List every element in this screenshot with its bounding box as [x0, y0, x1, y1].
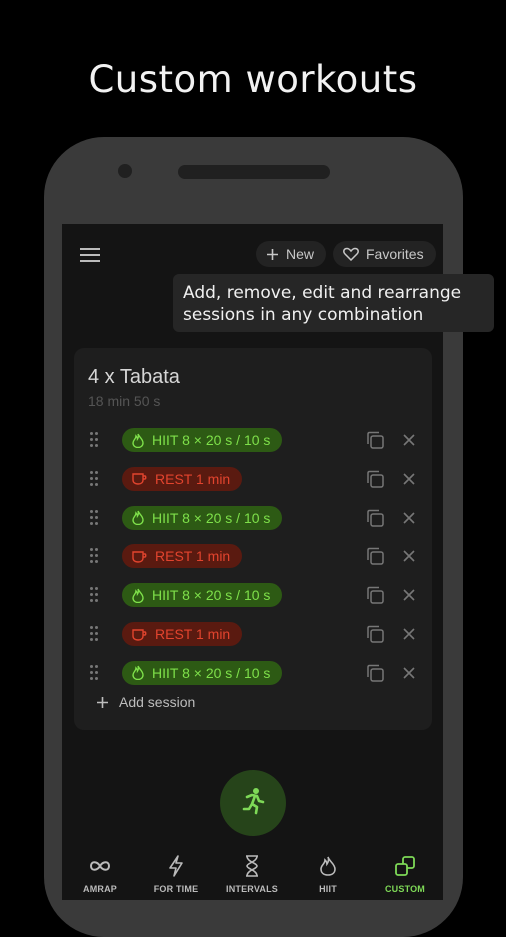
new-button[interactable]: New: [256, 241, 327, 267]
remove-icon[interactable]: [401, 510, 417, 526]
tab-label: FOR TIME: [153, 884, 199, 894]
tab-intervals[interactable]: INTERVALS: [214, 850, 290, 900]
tab-amrap[interactable]: AMRAP: [62, 850, 138, 900]
session-row: REST 1 min: [74, 465, 432, 493]
session-row: REST 1 min: [74, 620, 432, 648]
speaker-grille: [178, 165, 330, 179]
remove-icon[interactable]: [401, 548, 417, 564]
session-label: HIIT 8 × 20 s / 10 s: [152, 432, 271, 448]
cup-icon: [132, 472, 147, 485]
duplicate-icon[interactable]: [365, 624, 385, 644]
hiit-session-pill[interactable]: HIIT 8 × 20 s / 10 s: [122, 505, 283, 530]
infinity-icon: [62, 853, 138, 879]
tab-label: AMRAP: [83, 884, 117, 894]
tab-label: INTERVALS: [226, 884, 278, 894]
workout-duration: 18 min 50 s: [88, 393, 161, 409]
session-row: HIIT 8 × 20 s / 10 s: [74, 504, 432, 532]
remove-icon[interactable]: [401, 471, 417, 487]
tooltip-line-2: sessions in any combination: [183, 305, 424, 325]
duplicate-icon[interactable]: [365, 546, 385, 566]
hiit-session-pill[interactable]: HIIT 8 × 20 s / 10 s: [122, 428, 283, 452]
flame-icon: [132, 510, 144, 526]
remove-icon[interactable]: [401, 432, 417, 448]
session-label: HIIT 8 × 20 s / 10 s: [152, 587, 271, 604]
hamburger-menu-icon[interactable]: [80, 248, 100, 262]
session-row: REST 1 min: [74, 542, 432, 570]
favorites-button-label: Favorites: [366, 246, 424, 262]
hiit-session-pill[interactable]: HIIT 8 × 20 s / 10 s: [122, 583, 283, 608]
rest-session-pill[interactable]: REST 1 min: [122, 622, 243, 646]
drag-handle-icon[interactable]: [90, 587, 100, 603]
add-session-label: Add session: [119, 694, 196, 710]
drag-handle-icon[interactable]: [90, 548, 100, 564]
duplicate-icon[interactable]: [365, 508, 385, 528]
remove-icon[interactable]: [401, 665, 417, 681]
custom-shapes-icon: [367, 853, 443, 879]
camera-dot: [118, 164, 132, 178]
drag-handle-icon[interactable]: [90, 509, 100, 526]
session-row: HIIT 8 × 20 s / 10 s: [74, 426, 432, 454]
session-row: HIIT 8 × 20 s / 10 s: [74, 659, 432, 687]
hiit-session-pill[interactable]: HIIT 8 × 20 s / 10 s: [122, 660, 283, 685]
duplicate-icon[interactable]: [365, 469, 385, 489]
bottom-tab-bar: AMRAP FOR TIME INTERVALS HIIT CUSTOM: [62, 850, 443, 900]
tab-custom[interactable]: CUSTOM: [367, 850, 443, 900]
hourglass-icon: [214, 853, 290, 879]
add-session-button[interactable]: Add session: [96, 694, 195, 710]
session-label: HIIT 8 × 20 s / 10 s: [152, 509, 271, 526]
flame-icon: [132, 433, 144, 448]
cup-icon: [132, 628, 147, 641]
session-label: HIIT 8 × 20 s / 10 s: [152, 664, 271, 681]
session-label: REST 1 min: [155, 626, 231, 642]
tooltip: Add, remove, edit and rearrange sessions…: [173, 274, 494, 332]
tab-label: CUSTOM: [384, 884, 426, 894]
heart-icon: [343, 247, 359, 261]
workout-title: 4 x Tabata: [88, 366, 180, 388]
session-label: REST 1 min: [155, 470, 231, 487]
tab-for-time[interactable]: FOR TIME: [138, 850, 214, 900]
drag-handle-icon[interactable]: [90, 664, 100, 681]
tab-hiit[interactable]: HIIT: [290, 850, 366, 900]
tab-label: HIIT: [319, 884, 337, 894]
drag-handle-icon[interactable]: [90, 470, 100, 487]
plus-icon: [96, 696, 109, 709]
rest-session-pill[interactable]: REST 1 min: [122, 466, 243, 491]
flame-icon: [132, 588, 144, 603]
session-row: HIIT 8 × 20 s / 10 s: [74, 581, 432, 609]
plus-icon: [266, 248, 279, 261]
workout-card[interactable]: 4 x Tabata 18 min 50 s HIIT 8 × 20 s / 1…: [74, 348, 432, 730]
drag-handle-icon[interactable]: [90, 626, 100, 642]
flame-icon: [290, 853, 366, 879]
flame-icon: [132, 665, 144, 681]
cup-icon: [132, 550, 147, 563]
duplicate-icon[interactable]: [365, 430, 385, 450]
remove-icon[interactable]: [401, 626, 417, 642]
headline: Custom workouts: [88, 58, 418, 101]
session-label: REST 1 min: [155, 548, 231, 565]
start-workout-button[interactable]: [220, 770, 286, 836]
new-button-label: New: [286, 246, 315, 262]
rest-session-pill[interactable]: REST 1 min: [122, 544, 243, 569]
remove-icon[interactable]: [401, 587, 417, 603]
favorites-button[interactable]: Favorites: [333, 241, 436, 267]
duplicate-icon[interactable]: [365, 585, 385, 605]
running-person-icon: [238, 786, 268, 821]
tooltip-line-1: Add, remove, edit and rearrange: [183, 283, 462, 303]
duplicate-icon[interactable]: [365, 663, 385, 683]
drag-handle-icon[interactable]: [90, 432, 100, 448]
lightning-icon: [138, 853, 214, 879]
